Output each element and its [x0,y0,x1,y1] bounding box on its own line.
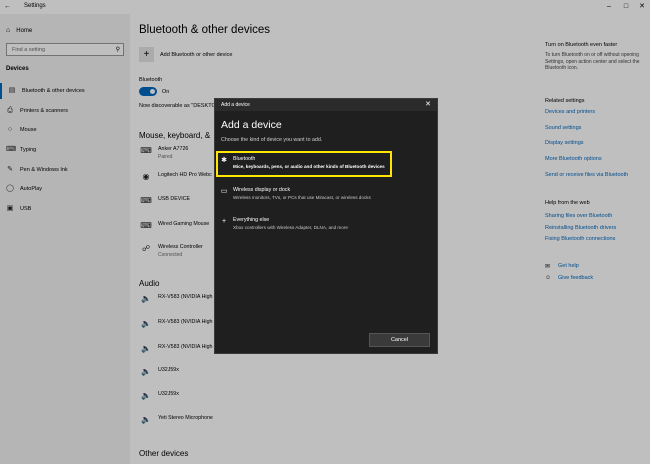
option-bluetooth[interactable]: ✱ Bluetooth Mice, keyboards, pens, or au… [216,151,392,177]
option-desc: Wireless monitors, TVs, or PCs that use … [233,195,371,200]
option-everything-else[interactable]: + Everything else Xbox controllers with … [218,214,392,236]
dialog-heading: Add a device [221,119,282,131]
monitor-icon: ▭ [220,188,228,195]
dialog-title-bar: Add a device ✕ [215,99,437,111]
option-title: Bluetooth [233,156,256,162]
dialog-caption: Add a device [221,102,250,108]
close-icon[interactable]: ✕ [425,100,431,108]
option-desc: Xbox controllers with Wireless Adapter, … [233,225,348,230]
plus-icon: + [221,218,227,225]
add-device-dialog: Add a device ✕ Add a device Choose the k… [214,98,438,354]
cancel-button[interactable]: Cancel [369,333,430,347]
option-desc: Mice, keyboards, pens, or audio and othe… [233,164,385,169]
option-title: Everything else [233,217,270,223]
option-wireless-display[interactable]: ▭ Wireless display or dock Wireless moni… [218,184,392,206]
bluetooth-icon: ✱ [221,157,227,164]
dialog-subheading: Choose the kind of device you want to ad… [221,137,323,143]
option-title: Wireless display or dock [233,187,291,193]
